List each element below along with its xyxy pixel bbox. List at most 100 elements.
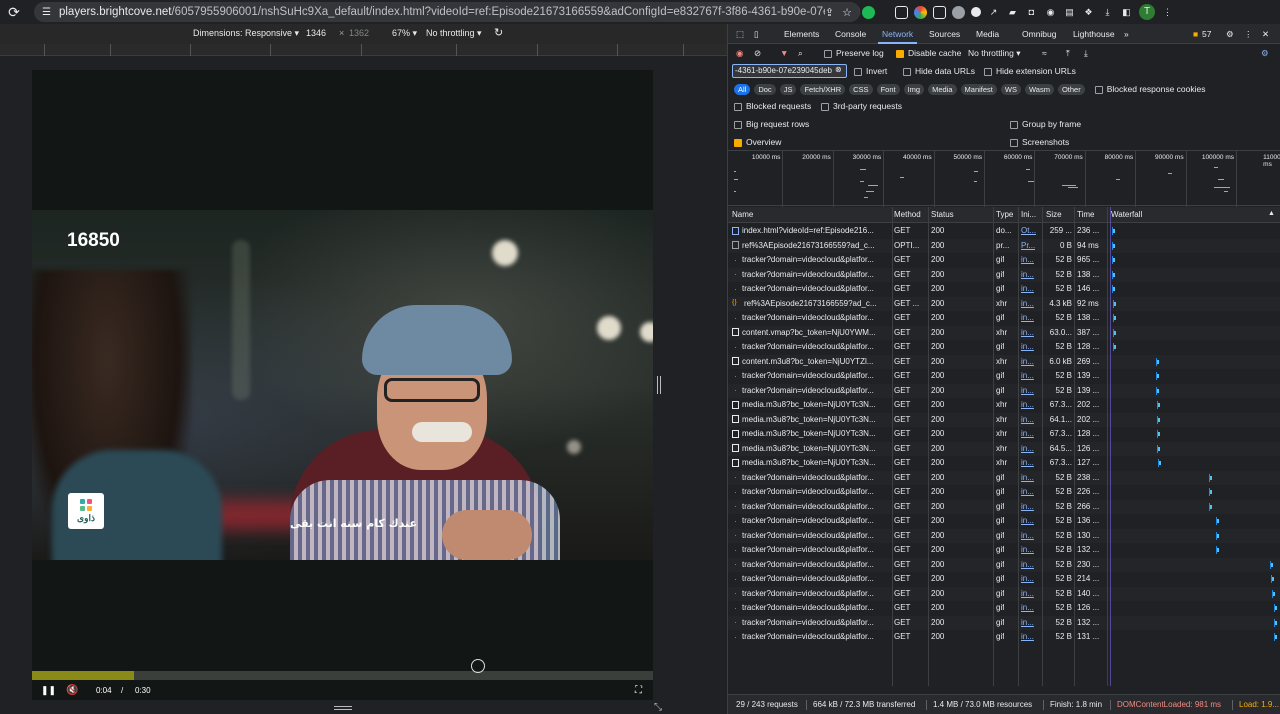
request-name[interactable]: media.m3u8?bc_token=NjU0YTc3N... [732, 400, 890, 409]
request-initiator[interactable]: in... [1021, 299, 1034, 308]
resize-handle-bottom[interactable] [334, 706, 352, 710]
request-row[interactable]: tracker?domain=videocloud&platfor... GET 2… [728, 543, 1280, 558]
request-row[interactable]: tracker?domain=videocloud&platfor... GET 2… [728, 470, 1280, 485]
screenshots-checkbox[interactable]: Screenshots [1010, 137, 1069, 147]
preserve-log-checkbox[interactable]: Preserve log [824, 48, 884, 58]
request-row[interactable]: {} ref%3AEpisode21673166559?ad_c... GET ..… [728, 296, 1280, 311]
disable-cache-checkbox[interactable]: Disable cache [896, 48, 961, 58]
request-row[interactable]: tracker?domain=videocloud&platfor... GET 2… [728, 340, 1280, 355]
device-toggle-icon[interactable]: ▯ [754, 29, 759, 40]
tab-sources[interactable]: Sources [929, 29, 960, 39]
type-filter-all[interactable]: All [734, 83, 751, 95]
request-initiator[interactable]: in... [1021, 371, 1034, 380]
request-initiator[interactable]: in... [1021, 618, 1034, 627]
wifi-icon[interactable]: ≈ [1042, 48, 1047, 58]
blocked-response-cookies-box[interactable] [1094, 85, 1103, 94]
request-row[interactable]: tracker?domain=videocloud&platfor... GET 2… [728, 282, 1280, 297]
request-name[interactable]: tracker?domain=videocloud&platfor... [732, 270, 890, 279]
third-party-requests-checkbox[interactable]: 3rd-party requests [821, 101, 902, 111]
request-row[interactable]: tracker?domain=videocloud&platfor... GET 2… [728, 369, 1280, 384]
tab-media[interactable]: Media [976, 29, 999, 39]
devtools-menu-icon[interactable]: ⋮ [1244, 29, 1253, 40]
network-settings-icon[interactable]: ⚙ [1261, 48, 1269, 59]
extension-circle-icon[interactable]: ◉ [1044, 6, 1057, 19]
request-name[interactable]: tracker?domain=videocloud&platfor... [732, 603, 890, 612]
issues-count[interactable]: 57 [1202, 29, 1211, 39]
invert-box[interactable] [854, 67, 862, 76]
blocked-requests-box[interactable] [734, 102, 742, 111]
big-request-rows-box[interactable] [734, 120, 742, 129]
sort-asc-icon[interactable]: ▲ [1268, 210, 1275, 217]
big-request-rows-checkbox[interactable]: Big request rows [734, 119, 809, 129]
network-overview[interactable]: 10000 ms 20000 ms 30000 ms 40000 ms 50000 ms… [728, 150, 1280, 207]
request-name[interactable]: tracker?domain=videocloud&platfor... [732, 473, 890, 482]
site-info-icon[interactable]: ☰ [42, 7, 51, 18]
clear-icon[interactable]: ⊘ [754, 48, 761, 59]
request-row[interactable]: tracker?domain=videocloud&platfor... GET 2… [728, 615, 1280, 630]
request-name[interactable]: tracker?domain=videocloud&platfor... [732, 618, 890, 627]
request-row[interactable]: tracker?domain=videocloud&platfor... GET 2… [728, 485, 1280, 500]
request-initiator[interactable]: in... [1021, 502, 1034, 511]
mute-icon[interactable]: 🔇 [66, 685, 78, 696]
type-filter-manifest[interactable]: Manifest [960, 83, 997, 95]
request-name[interactable]: media.m3u8?bc_token=NjU0YTc3N... [732, 429, 890, 438]
request-initiator[interactable]: in... [1021, 545, 1034, 554]
type-filter-fetch-xhr[interactable]: Fetch/XHR [800, 83, 846, 95]
group-by-frame-checkbox[interactable]: Group by frame [1010, 119, 1081, 129]
request-row[interactable]: tracker?domain=videocloud&platfor... GET 2… [728, 383, 1280, 398]
request-name[interactable]: tracker?domain=videocloud&platfor... [732, 545, 890, 554]
request-name[interactable]: tracker?domain=videocloud&platfor... [732, 589, 890, 598]
type-filter-css[interactable]: CSS [849, 83, 873, 95]
extension-cloud-icon[interactable] [952, 5, 965, 19]
request-initiator[interactable]: in... [1021, 589, 1034, 598]
video-frame[interactable]: 16850 عندك كام سنه انت بقى ذاوى [32, 210, 653, 560]
request-initiator[interactable]: in... [1021, 328, 1034, 337]
hide-extension-urls-checkbox[interactable]: Hide extension URLs [984, 66, 1076, 76]
request-row[interactable]: index.html?videoId=ref:Episode216... GET 2… [728, 224, 1280, 239]
column-time[interactable]: Time [1077, 210, 1094, 219]
request-initiator[interactable]: in... [1021, 342, 1034, 351]
request-name[interactable]: tracker?domain=videocloud&platfor... [732, 574, 890, 583]
request-name[interactable]: tracker?domain=videocloud&platfor... [732, 284, 890, 293]
dimension-swap-icon[interactable]: × [339, 28, 344, 38]
request-initiator[interactable]: Ot... [1021, 226, 1036, 235]
request-row[interactable]: tracker?domain=videocloud&platfor... GET 2… [728, 557, 1280, 572]
type-filter-other[interactable]: Other [1057, 83, 1085, 95]
close-devtools-icon[interactable]: ✕ [1262, 29, 1269, 40]
request-row[interactable]: tracker?domain=videocloud&platfor... GET 2… [728, 499, 1280, 514]
request-initiator[interactable]: in... [1021, 574, 1034, 583]
tab-omnibug[interactable]: Omnibug [1022, 29, 1057, 39]
request-name[interactable]: tracker?domain=videocloud&platfor... [732, 371, 890, 380]
request-name[interactable]: tracker?domain=videocloud&platfor... [732, 502, 890, 511]
request-initiator[interactable]: in... [1021, 255, 1034, 264]
column-initiator[interactable]: Ini... [1021, 210, 1036, 219]
hide-extension-urls-box[interactable] [984, 67, 992, 76]
extensions-puzzle-icon[interactable]: ❖ [1082, 6, 1095, 19]
column-status[interactable]: Status [931, 210, 954, 219]
request-row[interactable]: media.m3u8?bc_token=NjU0YTc3N... GET 200 xh… [728, 441, 1280, 456]
blocked-requests-checkbox[interactable]: Blocked requests [734, 101, 811, 111]
export-har-icon[interactable]: ⤓ [1084, 48, 1088, 59]
request-initiator[interactable]: Pr... [1021, 241, 1035, 250]
request-row[interactable]: media.m3u8?bc_token=NjU0YTc3N... GET 200 xh… [728, 456, 1280, 471]
request-initiator[interactable]: in... [1021, 415, 1034, 424]
download-icon[interactable]: ⤓ [1101, 6, 1114, 19]
request-initiator[interactable]: in... [1021, 531, 1034, 540]
request-name[interactable]: tracker?domain=videocloud&platfor... [732, 255, 890, 264]
request-initiator[interactable]: in... [1021, 270, 1034, 279]
extension-square-icon[interactable] [895, 5, 908, 19]
more-tabs-icon[interactable]: » [1124, 29, 1129, 39]
bookmark-star-icon[interactable]: ☆ [842, 6, 852, 19]
inspect-icon[interactable]: ⬚ [736, 29, 744, 40]
filter-icon[interactable]: ▼ [780, 48, 788, 58]
request-name[interactable]: tracker?domain=videocloud&platfor... [732, 531, 890, 540]
request-initiator[interactable]: in... [1021, 284, 1034, 293]
tab-lighthouse[interactable]: Lighthouse [1073, 29, 1115, 39]
disable-cache-box[interactable] [896, 49, 904, 58]
tab-elements[interactable]: Elements [784, 29, 819, 39]
request-name[interactable]: tracker?domain=videocloud&platfor... [732, 342, 890, 351]
extension-doc-icon[interactable]: ▤ [1063, 6, 1076, 19]
address-bar[interactable]: ☰ players.brightcove.net/6057955906001/n… [34, 2, 860, 22]
request-row[interactable]: content.vmap?bc_token=NjU0YWM... GET 200 xh… [728, 325, 1280, 340]
column-name[interactable]: Name [732, 210, 753, 219]
